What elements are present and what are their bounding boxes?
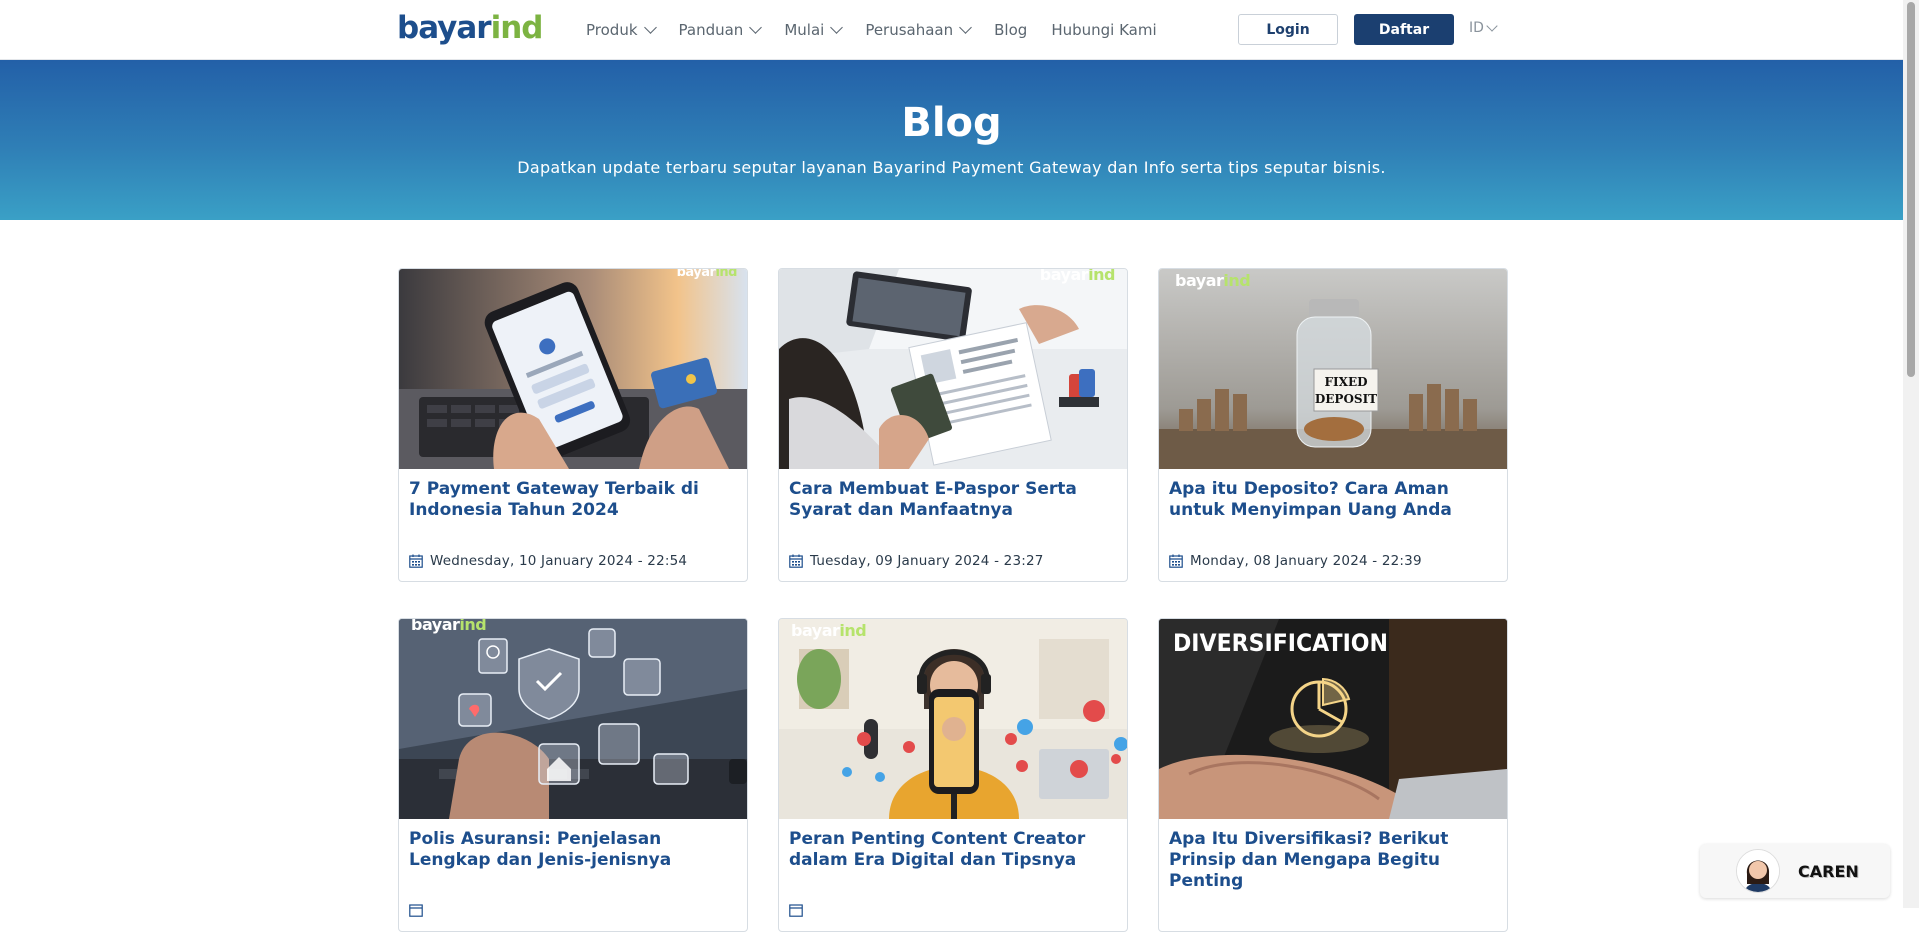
chevron-down-icon xyxy=(643,21,657,34)
watermark-logo: bayarind xyxy=(411,619,487,634)
chat-widget[interactable]: CAREN xyxy=(1700,844,1890,898)
calendar-icon xyxy=(409,554,423,568)
page-title: Blog xyxy=(901,100,1002,146)
nav-item-panduan[interactable]: Panduan xyxy=(678,21,763,39)
logo-text-ind: ind xyxy=(490,10,544,46)
nav-label: Mulai xyxy=(784,21,825,39)
language-selector[interactable]: ID xyxy=(1469,19,1498,36)
nav-label: Panduan xyxy=(678,21,744,39)
post-date: Tuesday, 09 January 2024 - 23:27 xyxy=(789,553,1044,569)
post-date-text: Wednesday, 10 January 2024 - 22:54 xyxy=(430,553,688,569)
logo-text-bayar: bayar xyxy=(397,10,492,46)
page-scrollbar[interactable] xyxy=(1903,0,1919,908)
chevron-down-icon xyxy=(830,21,844,34)
watermark-logo: bayarind xyxy=(676,269,738,280)
nav-label: Perusahaan xyxy=(865,21,954,39)
post-title[interactable]: Apa Itu Diversifikasi? Berikut Prinsip d… xyxy=(1169,829,1499,892)
post-thumbnail[interactable]: DIVERSIFICATION xyxy=(1159,619,1507,819)
fixed-deposit-jar-image: FIXED DEPOSIT xyxy=(1159,269,1507,469)
main-nav: Produk Panduan Mulai Perusahaan Blog Hub… xyxy=(586,0,1181,60)
nav-item-hubungi-kami[interactable]: Hubungi Kami xyxy=(1051,21,1156,39)
post-date-text: Monday, 08 January 2024 - 22:39 xyxy=(1190,553,1422,569)
chat-widget-name: CAREN xyxy=(1798,861,1859,881)
nav-label: Blog xyxy=(994,21,1028,39)
blog-card[interactable]: FIXED DEPOSIT bayarind Apa itu Deposito?… xyxy=(1158,268,1508,582)
blog-card[interactable]: bayarind Polis Asuransi: Penjelasan Leng… xyxy=(398,618,748,932)
post-thumbnail[interactable]: bayarind xyxy=(779,619,1127,819)
post-title[interactable]: Apa itu Deposito? Cara Aman untuk Menyim… xyxy=(1169,479,1499,521)
post-date xyxy=(409,903,430,917)
passport-application-image xyxy=(779,269,1127,469)
post-date xyxy=(789,903,810,917)
nav-label: Hubungi Kami xyxy=(1051,21,1157,39)
login-button[interactable]: Login xyxy=(1238,14,1338,45)
watermark-logo: bayarind xyxy=(791,621,867,640)
blog-card[interactable]: DIVERSIFICATION Apa Itu Diversifikasi? B… xyxy=(1158,618,1508,932)
insurance-icons-image xyxy=(399,619,747,819)
nav-label: Produk xyxy=(586,21,638,39)
diversification-hand-image: DIVERSIFICATION xyxy=(1159,619,1507,819)
chevron-down-icon xyxy=(959,21,973,34)
nav-item-mulai[interactable]: Mulai xyxy=(784,21,844,39)
post-title[interactable]: Cara Membuat E-Paspor Serta Syarat dan M… xyxy=(789,479,1119,521)
content-creator-image xyxy=(779,619,1127,819)
phone-payment-image xyxy=(399,269,747,469)
chevron-down-icon xyxy=(749,21,763,34)
image-headline: DIVERSIFICATION xyxy=(1173,629,1388,657)
blog-card[interactable]: bayarind Cara Membuat E-Paspor Serta Sya… xyxy=(778,268,1128,582)
jar-label-line2: DEPOSIT xyxy=(1315,392,1377,406)
post-thumbnail[interactable]: bayarind xyxy=(779,269,1127,469)
calendar-icon xyxy=(789,554,803,568)
jar-label-line1: FIXED xyxy=(1325,375,1368,389)
post-date: Monday, 08 January 2024 - 22:39 xyxy=(1169,553,1422,569)
assistant-avatar-image xyxy=(1737,850,1779,892)
post-thumbnail[interactable]: FIXED DEPOSIT bayarind xyxy=(1159,269,1507,469)
watermark-logo: bayarind xyxy=(1039,269,1116,284)
nav-item-produk[interactable]: Produk xyxy=(586,21,657,39)
post-title[interactable]: 7 Payment Gateway Terbaik di Indonesia T… xyxy=(409,479,739,521)
calendar-icon xyxy=(1169,554,1183,568)
post-title[interactable]: Peran Penting Content Creator dalam Era … xyxy=(789,829,1119,871)
site-header: bayarind Produk Panduan Mulai Perusahaan… xyxy=(0,0,1903,60)
calendar-icon xyxy=(409,904,423,917)
post-date: Wednesday, 10 January 2024 - 22:54 xyxy=(409,553,687,569)
watermark-logo: bayarind xyxy=(1175,271,1251,290)
calendar-icon xyxy=(789,904,803,917)
bayarind-logo[interactable]: bayarind xyxy=(397,8,544,48)
scrollbar-thumb[interactable] xyxy=(1907,2,1915,377)
post-thumbnail[interactable]: bayarind xyxy=(399,619,747,819)
page-subtitle: Dapatkan update terbaru seputar layanan … xyxy=(517,158,1386,177)
language-label: ID xyxy=(1469,20,1484,36)
nav-item-blog[interactable]: Blog xyxy=(994,21,1027,39)
avatar xyxy=(1736,849,1780,893)
post-title[interactable]: Polis Asuransi: Penjelasan Lengkap dan J… xyxy=(409,829,739,871)
register-button[interactable]: Daftar xyxy=(1354,14,1454,45)
post-thumbnail[interactable]: bayarind xyxy=(399,269,747,469)
nav-item-perusahaan[interactable]: Perusahaan xyxy=(865,21,973,39)
post-date-text: Tuesday, 09 January 2024 - 23:27 xyxy=(810,553,1044,569)
blog-card[interactable]: bayarind Peran Penting Content Creator d… xyxy=(778,618,1128,932)
blog-card[interactable]: bayarind 7 Payment Gateway Terbaik di In… xyxy=(398,268,748,582)
blog-hero-banner: Blog Dapatkan update terbaru seputar lay… xyxy=(0,60,1903,220)
chevron-down-icon xyxy=(1486,19,1498,32)
